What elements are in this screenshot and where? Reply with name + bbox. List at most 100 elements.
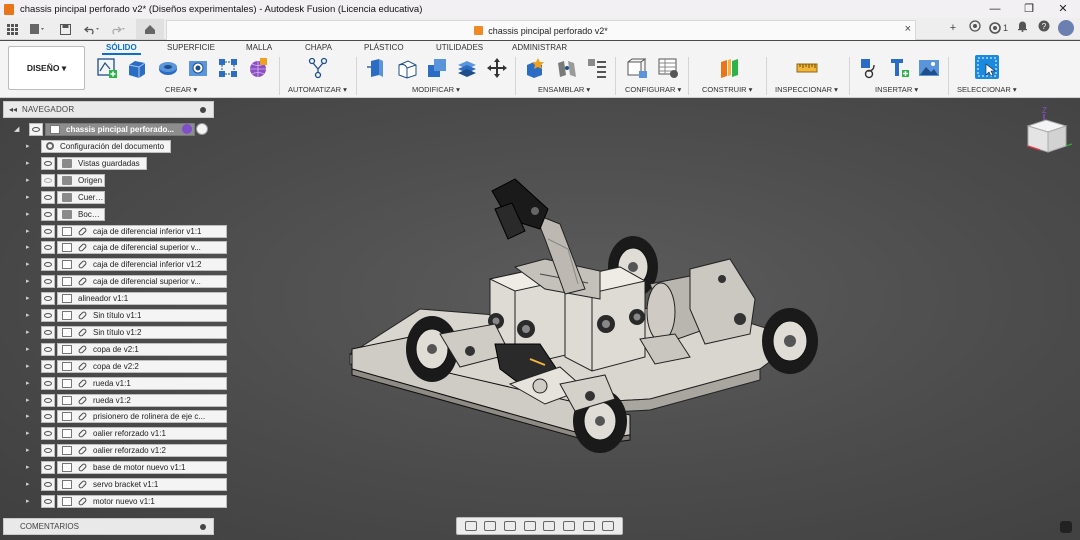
tree-item-box[interactable]: Cuerpos bbox=[57, 190, 105, 204]
visibility-eye-icon[interactable] bbox=[41, 376, 55, 390]
revolve-icon[interactable] bbox=[157, 57, 177, 77]
tree-item-box[interactable]: oalier reforzado v1:2 bbox=[57, 443, 227, 457]
move-copy-icon[interactable] bbox=[486, 57, 507, 78]
tree-item-box[interactable]: copa de v2:2 bbox=[57, 359, 227, 373]
tree-item-box[interactable]: caja de diferencial superior v... bbox=[57, 240, 227, 254]
root-component[interactable]: chassis pincipal perforado... bbox=[45, 122, 195, 136]
extrude-icon[interactable] bbox=[125, 57, 146, 78]
workspace-switcher[interactable]: DISEÑO ▾ bbox=[8, 46, 85, 90]
file-menu-icon[interactable] bbox=[27, 21, 47, 37]
user-avatar[interactable] bbox=[1058, 20, 1074, 36]
tree-item-box[interactable]: caja de diferencial superior v... bbox=[57, 274, 227, 288]
expand-arrow-icon[interactable]: ▸ bbox=[26, 159, 34, 167]
tree-item[interactable]: ▸ servo bracket v1:1 bbox=[26, 477, 227, 491]
visibility-eye-icon[interactable] bbox=[41, 257, 55, 271]
grid-settings-icon[interactable] bbox=[582, 521, 595, 531]
display-settings-icon[interactable] bbox=[562, 521, 575, 531]
expand-arrow-icon[interactable]: ▸ bbox=[26, 260, 34, 268]
restore-button[interactable]: ❐ bbox=[1012, 0, 1046, 18]
home-icon[interactable] bbox=[136, 19, 164, 39]
tree-item[interactable]: ▸ Vistas guardadas bbox=[26, 156, 214, 170]
visibility-eye-icon[interactable] bbox=[41, 477, 55, 491]
notifications-icon[interactable] bbox=[1014, 20, 1030, 36]
tree-item[interactable]: ▸ Origen bbox=[26, 173, 214, 187]
tab-chapa[interactable]: CHAPA bbox=[305, 43, 332, 52]
select-icon[interactable] bbox=[975, 55, 999, 79]
tree-item[interactable]: ▸ Cuerpos bbox=[26, 190, 214, 204]
expand-arrow-icon[interactable]: ▸ bbox=[26, 277, 34, 285]
expand-arrow-icon[interactable]: ▸ bbox=[26, 412, 34, 420]
viewports-icon[interactable] bbox=[602, 521, 615, 531]
tab-utilidades[interactable]: UTILIDADES bbox=[436, 43, 483, 52]
tree-item[interactable]: ▸ caja de diferencial inferior v1:2 bbox=[26, 257, 227, 271]
minimize-button[interactable]: — bbox=[978, 0, 1012, 18]
expand-arrow-icon[interactable]: ▸ bbox=[26, 328, 34, 336]
expand-arrow-icon[interactable]: ▸ bbox=[26, 176, 34, 184]
close-tab-button[interactable]: × bbox=[905, 23, 911, 35]
tree-item[interactable]: ▸ oalier reforzado v1:1 bbox=[26, 426, 227, 440]
tree-item[interactable]: ▸ base de motor nuevo v1:1 bbox=[26, 460, 227, 474]
extensions-icon[interactable] bbox=[967, 20, 983, 36]
redo-icon[interactable] bbox=[108, 21, 128, 37]
tree-item-box[interactable]: Configuración del documento bbox=[41, 139, 171, 153]
help-icon[interactable]: ? bbox=[1036, 20, 1052, 36]
tree-item-box[interactable]: motor nuevo v1:1 bbox=[57, 494, 227, 508]
job-status-icon[interactable]: 1 bbox=[989, 20, 1008, 36]
expand-arrow-icon[interactable]: ▸ bbox=[26, 142, 34, 150]
visibility-eye-icon[interactable] bbox=[41, 173, 55, 187]
measure-icon[interactable] bbox=[796, 57, 818, 77]
view-cube[interactable]: Z bbox=[1022, 104, 1074, 160]
grid-menu-icon[interactable] bbox=[5, 21, 19, 37]
zoom-window-icon[interactable] bbox=[543, 521, 556, 531]
press-pull-icon[interactable] bbox=[365, 57, 385, 77]
tree-item[interactable]: ▸ prisionero de rolinera de eje c... bbox=[26, 409, 227, 423]
group-automatizar[interactable]: AUTOMATIZAR ▾ bbox=[288, 85, 347, 94]
group-inspeccionar[interactable]: INSPECCIONAR ▾ bbox=[775, 85, 838, 94]
joint-icon[interactable] bbox=[556, 57, 576, 77]
group-modificar[interactable]: MODIFICAR ▾ bbox=[412, 85, 460, 94]
visibility-eye-icon[interactable] bbox=[41, 409, 55, 423]
pattern-icon[interactable] bbox=[217, 57, 237, 77]
collapse-browser-icon[interactable]: ◂◂ bbox=[9, 105, 17, 114]
tree-item-box[interactable]: caja de diferencial inferior v1:2 bbox=[57, 257, 227, 271]
expand-arrow-icon[interactable]: ▸ bbox=[26, 362, 34, 370]
group-insertar[interactable]: INSERTAR ▾ bbox=[875, 85, 918, 94]
expand-arrow-icon[interactable]: ▸ bbox=[26, 193, 34, 201]
visibility-eye-icon[interactable] bbox=[29, 122, 43, 136]
save-icon[interactable] bbox=[58, 21, 72, 37]
tree-root[interactable]: ◢ chassis pincipal perforado... bbox=[14, 122, 214, 136]
tree-item[interactable]: ▸ Sin título v1:1 bbox=[26, 308, 227, 322]
expand-arrow-icon[interactable]: ▸ bbox=[26, 480, 34, 488]
undo-icon[interactable] bbox=[82, 21, 102, 37]
tree-item[interactable]: ▸ copa de v2:1 bbox=[26, 342, 227, 356]
tree-item[interactable]: ▸ oalier reforzado v1:2 bbox=[26, 443, 227, 457]
tree-item-box[interactable]: Sin título v1:2 bbox=[57, 325, 227, 339]
visibility-eye-icon[interactable] bbox=[41, 426, 55, 440]
visibility-eye-icon[interactable] bbox=[41, 308, 55, 322]
expand-arrow-icon[interactable]: ▸ bbox=[26, 429, 34, 437]
visibility-eye-icon[interactable] bbox=[41, 359, 55, 373]
create-form-icon[interactable] bbox=[247, 57, 267, 77]
group-seleccionar[interactable]: SELECCIONAR ▾ bbox=[957, 85, 1017, 94]
automate-icon[interactable] bbox=[307, 57, 328, 79]
visibility-eye-icon[interactable] bbox=[41, 342, 55, 356]
tab-malla[interactable]: MALLA bbox=[246, 43, 272, 52]
document-tab[interactable]: chassis pincipal perforado v2* × bbox=[166, 20, 916, 40]
visibility-eye-icon[interactable] bbox=[41, 207, 55, 221]
visibility-eye-icon[interactable] bbox=[41, 494, 55, 508]
visibility-eye-icon[interactable] bbox=[41, 460, 55, 474]
tree-item[interactable]: ▸ Bocetos bbox=[26, 207, 214, 221]
tree-item-box[interactable]: Bocetos bbox=[57, 207, 105, 221]
group-configurar[interactable]: CONFIGURAR ▾ bbox=[625, 85, 681, 94]
tree-item-box[interactable]: Origen bbox=[57, 173, 105, 187]
visibility-eye-icon[interactable] bbox=[41, 325, 55, 339]
tree-item-box[interactable]: Sin título v1:1 bbox=[57, 308, 227, 322]
group-crear[interactable]: CREAR ▾ bbox=[165, 85, 197, 94]
expand-arrow-icon[interactable]: ▸ bbox=[26, 396, 34, 404]
visibility-eye-icon[interactable] bbox=[41, 393, 55, 407]
configuration-table-icon[interactable] bbox=[657, 57, 678, 78]
chat-icon[interactable] bbox=[1060, 521, 1072, 533]
expand-arrow-icon[interactable]: ◢ bbox=[14, 125, 22, 133]
look-at-icon[interactable] bbox=[484, 521, 497, 531]
orbit-icon[interactable] bbox=[464, 521, 477, 531]
